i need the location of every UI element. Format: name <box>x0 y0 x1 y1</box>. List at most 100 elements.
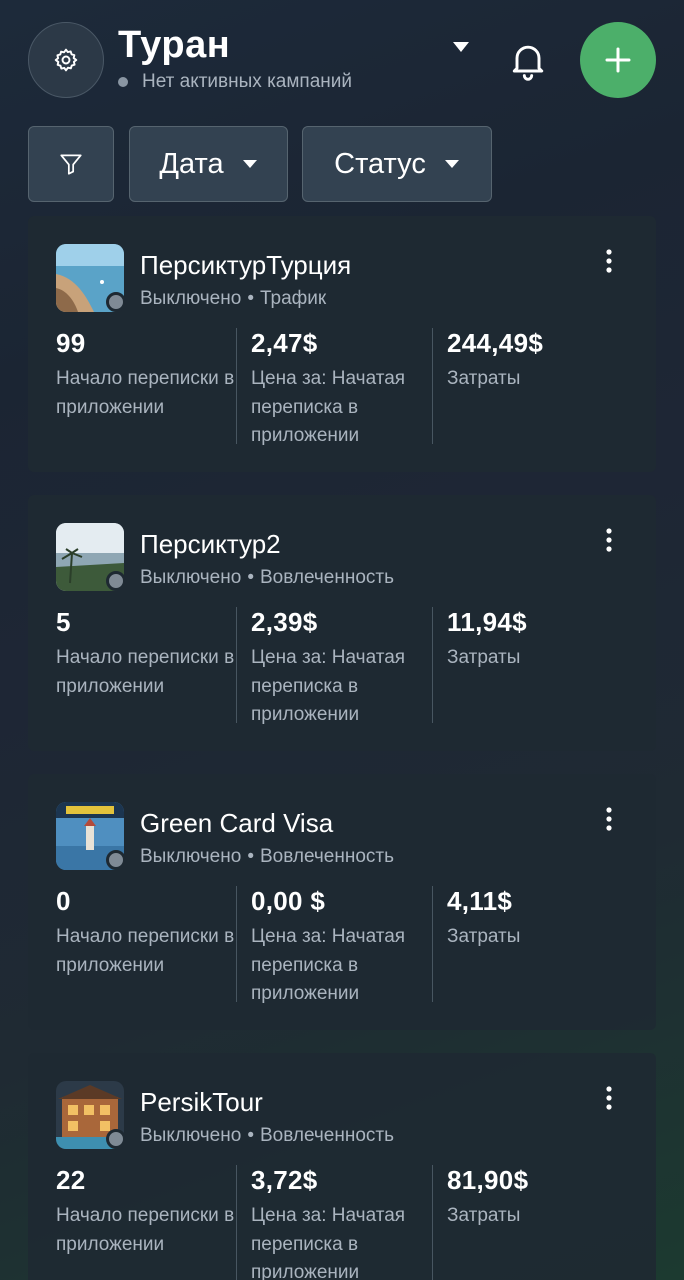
more-options-button[interactable] <box>600 1085 618 1111</box>
campaign-status-indicator <box>106 292 126 312</box>
account-status-text: Нет активных кампаний <box>142 71 353 92</box>
metric-value: 11,94$ <box>447 607 527 637</box>
header: Туран Нет активных кампаний <box>0 0 684 120</box>
gear-icon <box>54 48 78 72</box>
status-filter-button[interactable]: Статус <box>302 126 492 202</box>
metric-cost-per-result: 3,72$ Цена за: Начатая переписка в прило… <box>251 1165 431 1280</box>
divider <box>236 607 237 723</box>
metric-value: 2,47$ <box>251 328 318 358</box>
more-vertical-icon <box>606 528 612 552</box>
metric-label: Начало переписки в приложении <box>56 1205 235 1255</box>
metric-value: 3,72$ <box>251 1165 318 1195</box>
notifications-button[interactable] <box>506 38 550 82</box>
metric-results: 99 Начало переписки в приложении <box>56 328 236 422</box>
divider <box>236 1165 237 1280</box>
metric-results: 0 Начало переписки в приложении <box>56 886 236 980</box>
more-options-button[interactable] <box>600 806 618 832</box>
campaign-objective: Вовлеченность <box>259 567 395 588</box>
divider <box>432 1165 433 1280</box>
account-dropdown-button[interactable] <box>452 40 470 58</box>
campaign-objective: Вовлеченность <box>259 1125 395 1146</box>
metric-value: 4,11$ <box>447 886 513 916</box>
create-campaign-button[interactable] <box>580 22 656 98</box>
campaign-meta: Выключено • Трафик <box>140 288 326 310</box>
divider <box>432 607 433 723</box>
more-vertical-icon <box>606 1086 612 1110</box>
campaign-meta: Выключено • Вовлеченность <box>140 567 394 589</box>
metric-label: Цена за: Начатая переписка в приложении <box>251 1205 406 1280</box>
metric-label: Начало переписки в приложении <box>56 368 235 418</box>
divider <box>432 328 433 444</box>
settings-button[interactable] <box>28 22 104 98</box>
more-options-button[interactable] <box>600 248 618 274</box>
campaign-card[interactable]: Green Card Visa Выключено • Вовлеченность … <box>28 774 656 1030</box>
metric-cost-per-result: 2,39$ Цена за: Начатая переписка в прило… <box>251 607 431 730</box>
campaign-status-indicator <box>106 850 126 870</box>
metric-cost-per-result: 2,47$ Цена за: Начатая переписка в прило… <box>251 328 431 451</box>
campaign-meta: Выключено • Вовлеченность <box>140 846 394 868</box>
more-options-button[interactable] <box>600 527 618 553</box>
funnel-icon <box>60 154 82 175</box>
account-title[interactable]: Туран <box>118 24 230 67</box>
metric-value: 2,39$ <box>251 607 318 637</box>
campaign-objective: Трафик <box>259 288 327 309</box>
meta-separator: • <box>247 288 254 309</box>
date-filter-button[interactable]: Дата <box>129 126 288 202</box>
chevron-down-icon <box>242 160 257 168</box>
caret-down-icon <box>453 42 469 52</box>
campaign-state: Выключено <box>140 567 242 588</box>
campaign-state: Выключено <box>140 846 242 867</box>
divider <box>236 886 237 1002</box>
campaign-objective: Вовлеченность <box>259 846 395 867</box>
status-dot <box>118 77 128 87</box>
filter-button[interactable] <box>28 126 114 202</box>
more-vertical-icon <box>606 807 612 831</box>
campaign-card[interactable]: PersikTour Выключено • Вовлеченность 22 На… <box>28 1053 656 1280</box>
filter-bar: Дата Статус <box>0 126 684 202</box>
metric-value: 81,90$ <box>447 1165 529 1195</box>
campaign-status-indicator <box>106 571 126 591</box>
campaign-card[interactable]: ПерсиктурТурция Выключено • Трафик 99 Нача… <box>28 216 656 472</box>
metric-label: Затраты <box>447 1205 521 1226</box>
meta-separator: • <box>247 846 254 867</box>
metric-results: 5 Начало переписки в приложении <box>56 607 236 701</box>
metric-value: 99 <box>56 328 86 358</box>
metric-label: Цена за: Начатая переписка в приложении <box>251 368 406 446</box>
metric-value: 22 <box>56 1165 86 1195</box>
more-vertical-icon <box>606 249 612 273</box>
campaign-name[interactable]: Персиктур2 <box>140 529 281 560</box>
metric-label: Начало переписки в приложении <box>56 647 235 697</box>
meta-separator: • <box>247 567 254 588</box>
plus-icon <box>605 47 631 73</box>
metric-label: Цена за: Начатая переписка в приложении <box>251 926 406 1004</box>
metric-cost-per-result: 0,00 $ Цена за: Начатая переписка в прил… <box>251 886 431 1009</box>
chevron-down-icon <box>444 160 459 168</box>
metric-spend: 81,90$ Затраты <box>447 1165 627 1231</box>
metric-value: 244,49$ <box>447 328 544 358</box>
metric-value: 5 <box>56 607 71 637</box>
campaign-state: Выключено <box>140 1125 242 1146</box>
campaign-state: Выключено <box>140 288 242 309</box>
metric-value: 0 <box>56 886 71 916</box>
campaign-name[interactable]: ПерсиктурТурция <box>140 250 351 281</box>
campaign-card[interactable]: Персиктур2 Выключено • Вовлеченность 5 Нач… <box>28 495 656 751</box>
metric-spend: 11,94$ Затраты <box>447 607 627 673</box>
campaign-meta: Выключено • Вовлеченность <box>140 1125 394 1147</box>
metric-value: 0,00 $ <box>251 886 326 916</box>
campaign-status-indicator <box>106 1129 126 1149</box>
campaign-name[interactable]: PersikTour <box>140 1087 263 1118</box>
metric-label: Затраты <box>447 926 521 947</box>
divider <box>432 886 433 1002</box>
status-filter-label: Статус <box>334 147 426 180</box>
date-filter-label: Дата <box>159 147 224 180</box>
metric-spend: 4,11$ Затраты <box>447 886 627 952</box>
campaign-name[interactable]: Green Card Visa <box>140 808 333 839</box>
metric-label: Цена за: Начатая переписка в приложении <box>251 647 406 725</box>
metric-label: Затраты <box>447 368 521 389</box>
divider <box>236 328 237 444</box>
metric-results: 22 Начало переписки в приложении <box>56 1165 236 1259</box>
meta-separator: • <box>247 1125 254 1146</box>
metric-label: Затраты <box>447 647 521 668</box>
account-status: Нет активных кампаний <box>118 71 352 93</box>
bell-icon <box>512 45 544 81</box>
